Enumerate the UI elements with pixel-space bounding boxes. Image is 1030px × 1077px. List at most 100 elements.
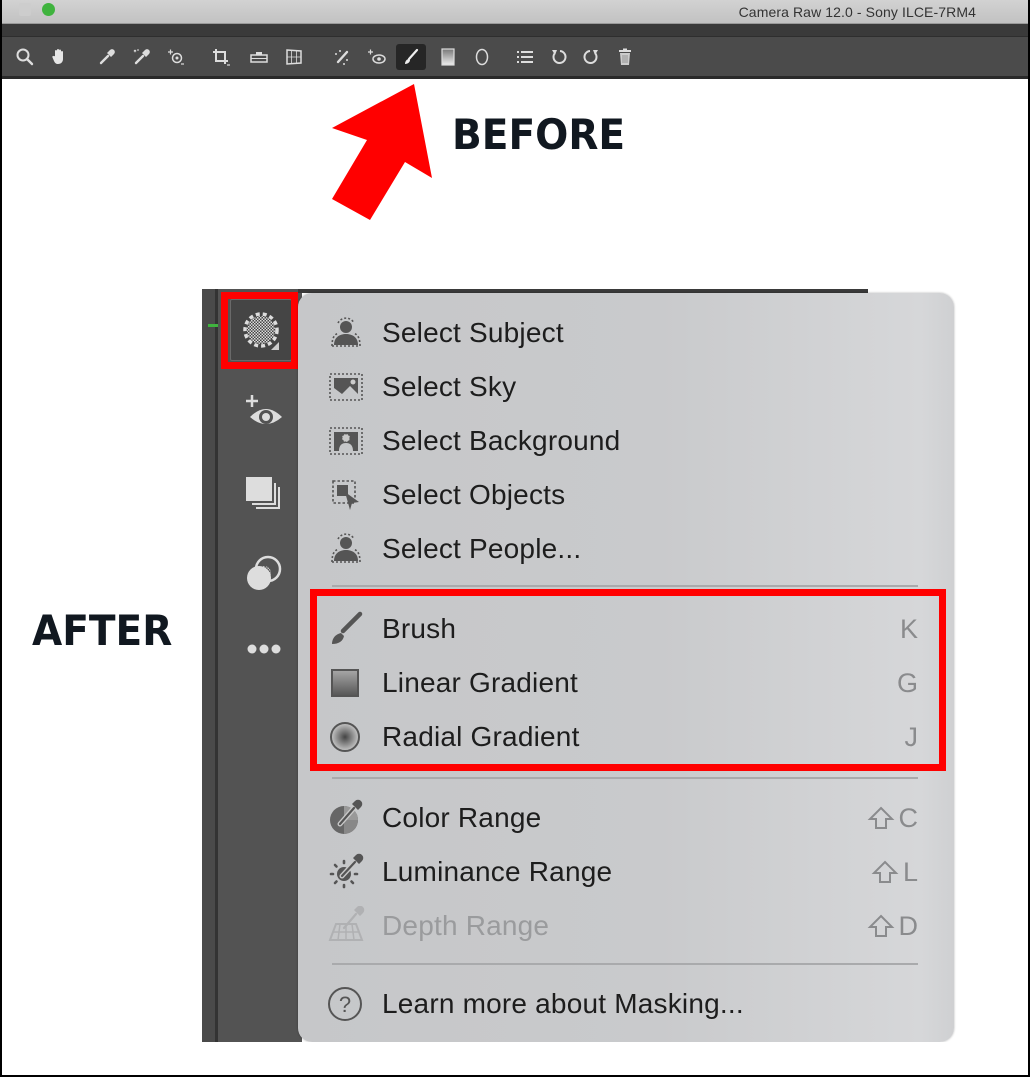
rotate-ccw-icon bbox=[552, 50, 567, 64]
red-eye-tool-button[interactable] bbox=[364, 44, 390, 70]
delete-tool-button[interactable] bbox=[612, 44, 638, 70]
camera-raw-toolbar bbox=[2, 36, 1028, 79]
hand-tool-button[interactable] bbox=[47, 44, 73, 70]
menu-item-luminance-range[interactable]: Luminance Range L bbox=[326, 850, 918, 894]
select-objects-icon bbox=[332, 480, 359, 510]
eyedropper-icon bbox=[99, 49, 115, 65]
select-people-icon bbox=[331, 533, 361, 563]
window-zoom-button[interactable] bbox=[42, 3, 55, 16]
menu-item-color-range[interactable]: Color Range C bbox=[326, 796, 918, 840]
menu-item-select-people[interactable]: Select People... bbox=[326, 527, 918, 571]
depth-range-icon bbox=[328, 906, 365, 941]
menu-item-label: Select People... bbox=[382, 533, 582, 564]
menu-item-shortcut: G bbox=[896, 667, 918, 698]
spot-removal-tool-button[interactable] bbox=[329, 44, 355, 70]
menu-item-shortcut: C bbox=[867, 802, 919, 834]
menu-item-shortcut: J bbox=[904, 721, 919, 752]
menu-item-select-sky[interactable]: Select Sky bbox=[326, 365, 918, 409]
white-balance-tool-button[interactable] bbox=[94, 44, 120, 70]
svg-text:?: ? bbox=[339, 992, 351, 1017]
menu-item-label: Luminance Range bbox=[382, 856, 613, 887]
menu-item-label: Radial Gradient bbox=[382, 721, 580, 752]
snapshots-side-button[interactable] bbox=[242, 471, 286, 515]
healing-brush-icon bbox=[335, 50, 349, 65]
menu-item-label: Select Subject bbox=[382, 317, 564, 348]
toolbar-separator bbox=[2, 24, 1028, 36]
magnifier-icon bbox=[16, 48, 34, 66]
menu-item-select-subject[interactable]: Select Subject bbox=[326, 311, 918, 355]
menu-item-label: Linear Gradient bbox=[382, 667, 579, 698]
menu-item-label: Select Objects bbox=[382, 479, 566, 510]
select-background-icon bbox=[329, 427, 363, 455]
level-icon bbox=[250, 52, 268, 63]
select-sky-icon bbox=[329, 373, 363, 401]
radial-filter-tool-button[interactable] bbox=[469, 44, 495, 70]
snapshots-icon bbox=[246, 477, 280, 509]
red-eye-plus-icon bbox=[246, 395, 282, 424]
menu-separator bbox=[332, 777, 918, 779]
masking-panel-screenshot: Select Subject Select Sky Select Backgro… bbox=[202, 289, 958, 1042]
transform-tool-button[interactable] bbox=[281, 44, 307, 70]
menu-separator bbox=[332, 963, 918, 965]
menu-item-linear-gradient[interactable]: Linear Gradient G bbox=[326, 661, 918, 705]
presets-overlap-icon bbox=[247, 555, 282, 590]
window-titlebar: Camera Raw 12.0 - Sony ILCE-7RM4 bbox=[2, 0, 1028, 24]
rotate-left-tool-button[interactable] bbox=[546, 44, 572, 70]
adjustment-brush-tool-button[interactable] bbox=[396, 44, 426, 70]
target-adjust-icon bbox=[168, 49, 184, 65]
color-range-icon bbox=[330, 799, 363, 834]
menu-item-learn-more[interactable]: ? Learn more about Masking... bbox=[326, 982, 918, 1026]
mask-menu: Select Subject Select Sky Select Backgro… bbox=[298, 293, 954, 1042]
radial-filter-icon bbox=[475, 48, 489, 66]
menu-separator bbox=[332, 585, 918, 587]
rotate-right-tool-button[interactable] bbox=[578, 44, 604, 70]
after-label: AFTER bbox=[32, 606, 173, 655]
menu-item-depth-range: Depth Range D bbox=[326, 904, 918, 948]
menu-item-select-background[interactable]: Select Background bbox=[326, 419, 918, 463]
linear-gradient-icon bbox=[331, 669, 359, 697]
canvas-edge bbox=[202, 289, 218, 1042]
window-minimize-button[interactable] bbox=[19, 3, 31, 16]
shift-key-icon bbox=[867, 806, 894, 829]
menu-item-label: Brush bbox=[382, 613, 457, 644]
select-subject-icon bbox=[331, 317, 361, 347]
brush-icon bbox=[405, 48, 419, 64]
menu-item-label: Select Background bbox=[382, 425, 621, 456]
menu-item-shortcut: D bbox=[867, 910, 919, 942]
straighten-tool-button[interactable] bbox=[246, 44, 272, 70]
shortcut-key: L bbox=[902, 856, 918, 887]
shift-key-icon bbox=[871, 860, 899, 883]
hand-icon bbox=[52, 49, 63, 64]
red-eye-side-button[interactable] bbox=[242, 391, 286, 435]
menu-item-label: Depth Range bbox=[382, 910, 550, 941]
masking-tool-highlight bbox=[221, 292, 298, 369]
side-toolbar bbox=[218, 289, 302, 1042]
red-eye-icon bbox=[368, 49, 386, 64]
list-icon bbox=[517, 51, 533, 63]
targeted-adjustment-tool-button[interactable] bbox=[163, 44, 189, 70]
crop-icon bbox=[213, 49, 230, 66]
rotate-cw-icon bbox=[583, 50, 598, 64]
trash-icon bbox=[619, 48, 631, 65]
red-arrow-icon bbox=[332, 84, 432, 220]
transform-grid-icon bbox=[286, 49, 302, 65]
shift-key-icon bbox=[867, 914, 894, 937]
luminance-range-icon bbox=[329, 853, 364, 889]
radial-gradient-icon bbox=[330, 722, 360, 752]
shortcut-key: C bbox=[898, 802, 919, 833]
graduated-filter-tool-button[interactable] bbox=[435, 44, 461, 70]
preferences-tool-button[interactable] bbox=[512, 44, 538, 70]
color-sampler-tool-button[interactable] bbox=[128, 44, 154, 70]
menu-item-label: Learn more about Masking... bbox=[382, 988, 744, 1019]
menu-item-brush[interactable]: Brush K bbox=[326, 607, 918, 651]
shortcut-key: D bbox=[898, 910, 919, 941]
crop-tool-button[interactable] bbox=[208, 44, 234, 70]
menu-item-select-objects[interactable]: Select Objects bbox=[326, 473, 918, 517]
more-side-button[interactable] bbox=[242, 627, 286, 671]
window-title: Camera Raw 12.0 - Sony ILCE-7RM4 bbox=[738, 4, 976, 20]
presets-side-button[interactable] bbox=[242, 551, 286, 595]
zoom-tool-button[interactable] bbox=[12, 44, 38, 70]
help-circle-icon: ? bbox=[328, 987, 362, 1021]
menu-item-radial-gradient[interactable]: Radial Gradient J bbox=[326, 715, 918, 759]
brush-icon bbox=[332, 611, 363, 644]
